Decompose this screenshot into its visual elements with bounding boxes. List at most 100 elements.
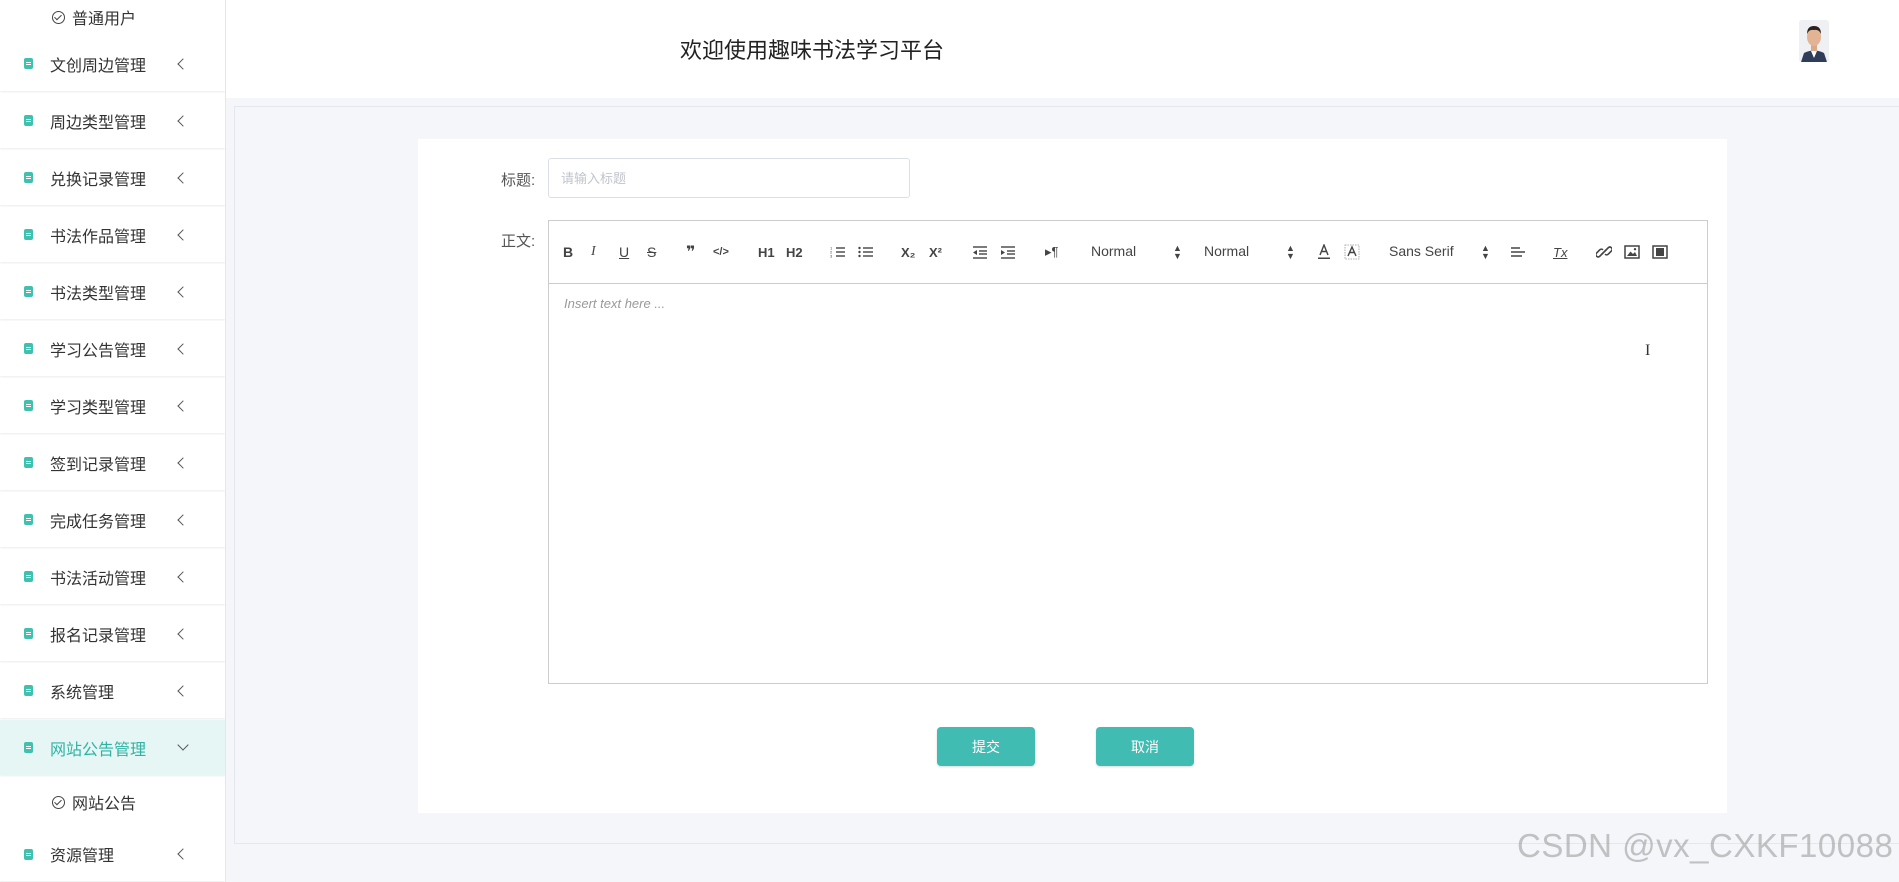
sidebar-subitem-regular-users[interactable]: 普通用户 — [0, 0, 225, 36]
font-select[interactable]: Sans Serif ▲ ▼ — [1389, 243, 1490, 261]
chevron-left-icon — [177, 285, 189, 298]
chevron-left-icon — [177, 228, 189, 241]
ibeam-cursor-icon: I — [1645, 342, 1651, 359]
sidebar-item-label: 完成任务管理 — [50, 513, 147, 531]
sidebar-subitem-label: 普通用户 — [72, 11, 137, 28]
user-avatar-image — [1799, 20, 1829, 62]
sidebar-item-label: 学习类型管理 — [50, 399, 147, 417]
align-icon[interactable] — [1510, 243, 1526, 261]
content-label: 正文: — [501, 233, 536, 250]
blockquote-button[interactable]: ❞ — [686, 243, 695, 261]
outdent-icon[interactable] — [972, 243, 988, 261]
chevron-left-icon — [177, 684, 189, 697]
document-icon — [24, 685, 33, 696]
sidebar-item-resources[interactable]: 资源管理 — [0, 827, 225, 881]
chevron-left-icon — [177, 456, 189, 469]
chevron-left-icon — [177, 513, 189, 526]
document-icon — [24, 514, 33, 525]
editor-toolbar: B I U S ❞ </> H1 H2 123 X₂ X² ▸¶ Normal … — [549, 221, 1707, 284]
document-icon — [24, 229, 33, 240]
subscript-button[interactable]: X₂ — [901, 243, 915, 261]
font-select-value: Sans Serif — [1389, 243, 1454, 259]
sidebar-item-site-notices[interactable]: 网站公告管理 — [0, 720, 225, 775]
sidebar-item-label: 书法作品管理 — [50, 228, 147, 246]
ordered-list-icon[interactable]: 123 — [830, 243, 846, 261]
title-label: 标题: — [501, 172, 536, 189]
sidebar-item-label: 书法类型管理 — [50, 285, 147, 303]
document-icon — [24, 343, 33, 354]
avatar[interactable] — [1799, 20, 1829, 62]
top-header: 欢迎使用趣味书法学习平台 — [226, 0, 1899, 98]
chevron-left-icon — [177, 848, 189, 860]
sidebar-item-label: 学习公告管理 — [50, 342, 147, 360]
cancel-button[interactable]: 取消 — [1096, 727, 1194, 766]
header-2-button[interactable]: H2 — [786, 243, 803, 261]
underline-button[interactable]: U — [619, 243, 629, 261]
sidebar-item-study-types[interactable]: 学习类型管理 — [0, 378, 225, 433]
editor-text-area[interactable]: Insert text here ... — [549, 284, 1707, 683]
submit-button[interactable]: 提交 — [937, 727, 1035, 766]
sidebar-item-system[interactable]: 系统管理 — [0, 663, 225, 718]
sidebar-item-exchange-records[interactable]: 兑换记录管理 — [0, 150, 225, 205]
document-icon — [24, 58, 33, 69]
sidebar-item-label: 兑换记录管理 — [50, 171, 147, 189]
document-icon — [24, 628, 33, 639]
sidebar-item-calligraphy-events[interactable]: 书法活动管理 — [0, 549, 225, 604]
sidebar-item-merch[interactable]: 文创周边管理 — [0, 36, 225, 91]
document-icon — [24, 571, 33, 582]
chevron-left-icon — [177, 114, 189, 127]
check-circle-icon — [52, 795, 65, 809]
strike-button[interactable]: S — [647, 243, 656, 261]
header-1-button[interactable]: H1 — [758, 243, 775, 261]
sidebar-item-label: 书法活动管理 — [50, 570, 147, 588]
header-select[interactable]: Normal ▲ ▼ — [1204, 243, 1295, 261]
watermark: CSDN @vx_CXKF10088 — [1517, 827, 1894, 864]
rich-text-editor: B I U S ❞ </> H1 H2 123 X₂ X² ▸¶ Normal … — [548, 220, 1708, 684]
link-icon[interactable] — [1596, 243, 1612, 261]
italic-button[interactable]: I — [591, 243, 596, 261]
bold-button[interactable]: B — [563, 243, 573, 261]
select-arrows-icon: ▲ ▼ — [1173, 243, 1182, 261]
select-arrows-icon: ▲ ▼ — [1481, 243, 1490, 261]
sidebar-item-label: 文创周边管理 — [50, 57, 147, 75]
text-color-icon[interactable] — [1317, 243, 1331, 261]
svg-text:3: 3 — [830, 254, 833, 259]
sidebar-item-calligraphy-works[interactable]: 书法作品管理 — [0, 207, 225, 262]
sidebar-item-calligraphy-types[interactable]: 书法类型管理 — [0, 264, 225, 319]
document-icon — [24, 115, 33, 126]
chevron-left-icon — [177, 627, 189, 640]
indent-icon[interactable] — [1000, 243, 1016, 261]
sidebar-subitem-site-notice[interactable]: 网站公告 — [0, 777, 225, 827]
bullet-list-icon[interactable] — [858, 243, 874, 261]
chevron-left-icon — [177, 570, 189, 583]
sidebar: 普通用户 文创周边管理 周边类型管理 兑换记录管理 书法作品管理 书法类型管理 … — [0, 0, 226, 882]
sidebar-item-registration-records[interactable]: 报名记录管理 — [0, 606, 225, 661]
document-icon — [24, 400, 33, 411]
sidebar-item-label: 资源管理 — [50, 848, 115, 865]
clear-format-button[interactable]: Tx — [1553, 243, 1567, 261]
document-icon — [24, 457, 33, 468]
sidebar-item-completed-tasks[interactable]: 完成任务管理 — [0, 492, 225, 547]
document-icon — [24, 172, 33, 183]
image-icon[interactable] — [1624, 243, 1640, 261]
sidebar-item-label: 报名记录管理 — [50, 627, 147, 645]
chevron-left-icon — [177, 57, 189, 70]
size-select-value: Normal — [1091, 243, 1137, 259]
title-input[interactable] — [548, 158, 910, 198]
video-icon[interactable] — [1652, 243, 1668, 261]
superscript-button[interactable]: X² — [929, 243, 942, 261]
header-select-value: Normal — [1204, 243, 1250, 259]
check-circle-icon — [52, 10, 65, 24]
document-icon — [24, 848, 33, 860]
sidebar-item-study-notices[interactable]: 学习公告管理 — [0, 321, 225, 376]
document-icon — [24, 742, 33, 753]
background-color-icon[interactable] — [1344, 243, 1360, 261]
chevron-left-icon — [177, 171, 189, 184]
sidebar-item-checkin-records[interactable]: 签到记录管理 — [0, 435, 225, 490]
sidebar-item-label: 系统管理 — [50, 684, 115, 702]
text-direction-button[interactable]: ▸¶ — [1045, 243, 1059, 261]
sidebar-item-merch-types[interactable]: 周边类型管理 — [0, 93, 225, 148]
code-block-button[interactable]: </> — [713, 243, 729, 261]
size-select[interactable]: Normal ▲ ▼ — [1091, 243, 1182, 261]
sidebar-subitem-label: 网站公告 — [72, 796, 137, 813]
